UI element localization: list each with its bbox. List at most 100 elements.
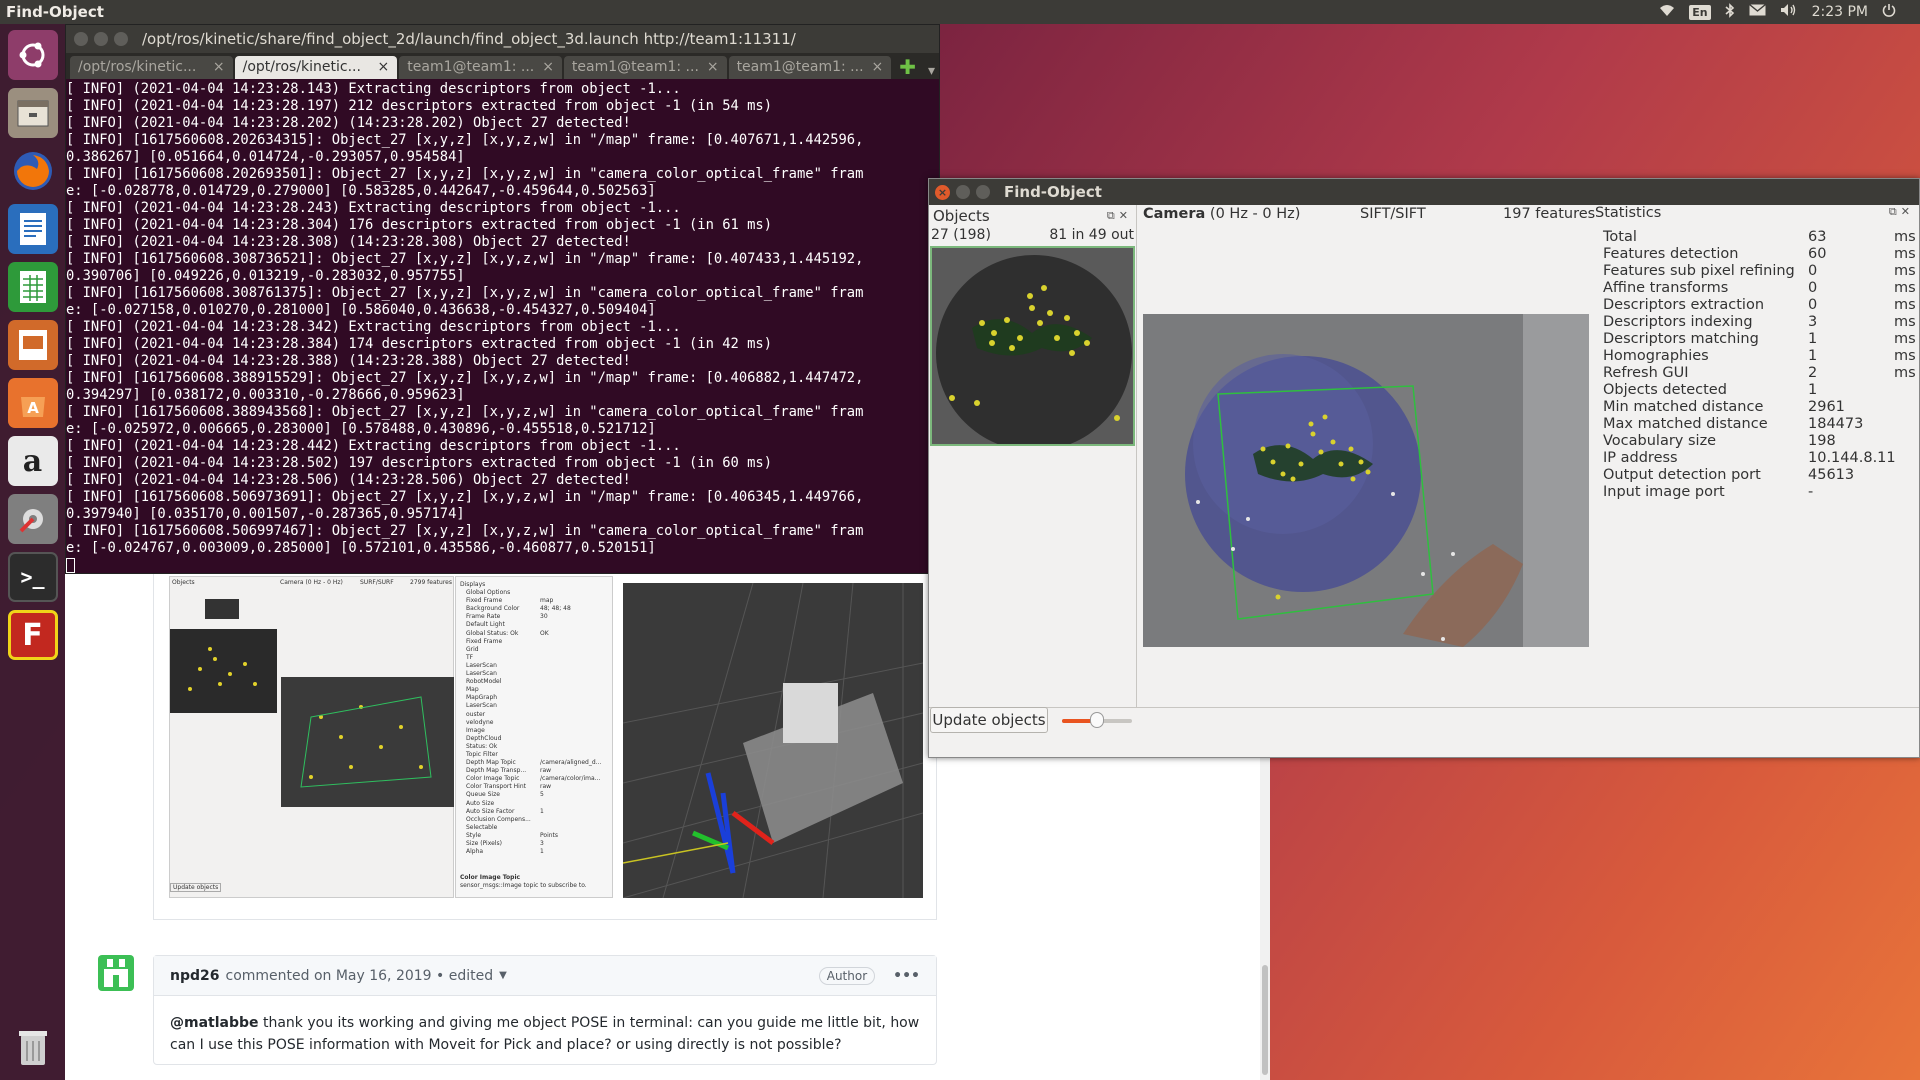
tabs-menu-icon[interactable]: ▾ bbox=[924, 63, 939, 79]
rviz-display-row[interactable]: Default Light bbox=[460, 621, 608, 629]
page-scrollbar-thumb[interactable] bbox=[1262, 965, 1268, 1075]
rviz-display-row[interactable]: Alpha 1 bbox=[460, 848, 608, 856]
rviz-display-row[interactable]: Auto Size bbox=[460, 800, 608, 808]
rviz-display-row[interactable]: Depth Map Transp... raw bbox=[460, 767, 608, 775]
chevron-down-icon[interactable]: ▼ bbox=[499, 970, 507, 981]
rviz-display-row[interactable]: ouster bbox=[460, 711, 608, 719]
amazon-icon[interactable]: a bbox=[7, 436, 58, 486]
slider-handle[interactable] bbox=[1090, 712, 1104, 728]
maximize-button[interactable] bbox=[114, 32, 128, 46]
close-icon[interactable]: × bbox=[378, 59, 390, 76]
terminal-line: 0.394297] [0.038172,0.003310,-0.278666,0… bbox=[66, 387, 465, 403]
mail-icon[interactable] bbox=[1748, 3, 1766, 20]
wifi-icon[interactable] bbox=[1659, 4, 1675, 21]
update-objects-button[interactable]: Update objects bbox=[930, 707, 1048, 733]
minimize-button[interactable] bbox=[94, 32, 108, 46]
rviz-display-row[interactable]: DepthCloud bbox=[460, 735, 608, 743]
dock-buttons[interactable]: ⧉✕ bbox=[1889, 205, 1914, 221]
terminal-line: 0.386267] [0.051664,0.014724,-0.293057,0… bbox=[66, 149, 465, 165]
attached-find-object-screenshot[interactable]: Objects Camera (0 Hz - 0 Hz) SURF/SURF 2… bbox=[169, 576, 454, 898]
rviz-display-row[interactable]: Queue Size 5 bbox=[460, 791, 608, 799]
rviz-display-value: /camera/color/ima... bbox=[540, 775, 601, 783]
top-panel: Find-Object En 2:23 PM bbox=[0, 0, 1920, 24]
rviz-display-row[interactable]: MapGraph bbox=[460, 694, 608, 702]
maximize-button[interactable] bbox=[976, 185, 990, 199]
writer-icon[interactable] bbox=[7, 204, 58, 254]
close-icon[interactable]: × bbox=[871, 59, 883, 76]
find-object-titlebar[interactable]: × Find-Object bbox=[929, 179, 1919, 205]
trash-icon[interactable] bbox=[8, 1022, 58, 1072]
terminal-icon[interactable]: >_ bbox=[7, 552, 58, 602]
terminal-tab[interactable]: team1@team1: ... × bbox=[399, 56, 562, 79]
rviz-display-row[interactable]: Color Transport Hint raw bbox=[460, 783, 608, 791]
rviz-display-row[interactable]: Fixed Frame map bbox=[460, 597, 608, 605]
rviz-display-row[interactable]: Image bbox=[460, 727, 608, 735]
dock-buttons[interactable]: ⧉✕ bbox=[1107, 209, 1132, 223]
rviz-display-row[interactable]: TF bbox=[460, 654, 608, 662]
rviz-display-row[interactable]: Occlusion Compens... bbox=[460, 816, 608, 824]
rviz-display-row[interactable]: RobotModel bbox=[460, 678, 608, 686]
rviz-display-row[interactable]: Size (Pixels) 3 bbox=[460, 840, 608, 848]
terminal-tab[interactable]: team1@team1: ... × bbox=[563, 56, 727, 79]
terminal-output[interactable]: [ INFO] (2021-04-04 14:23:28.143) Extrac… bbox=[66, 79, 939, 575]
rviz-display-row[interactable]: LaserScan bbox=[460, 702, 608, 710]
terminal-tab[interactable]: /opt/ros/kinetic... × bbox=[70, 56, 233, 79]
threshold-slider[interactable] bbox=[1062, 712, 1132, 728]
volume-icon[interactable] bbox=[1780, 3, 1798, 21]
attached-rviz-displays[interactable]: Displays Global Options Fixed Frame map Back… bbox=[455, 576, 613, 898]
close-icon[interactable]: × bbox=[213, 59, 225, 76]
rviz-display-row[interactable]: velodyne bbox=[460, 719, 608, 727]
rviz-display-row[interactable]: Auto Size Factor 1 bbox=[460, 808, 608, 816]
find-object-icon[interactable]: F bbox=[7, 610, 58, 660]
rviz-display-name: Alpha bbox=[466, 848, 484, 856]
statistics-unit: ms bbox=[1894, 297, 1916, 313]
impress-icon[interactable] bbox=[7, 320, 58, 370]
calc-icon[interactable] bbox=[7, 262, 58, 312]
rviz-display-row[interactable]: Grid bbox=[460, 646, 608, 654]
rviz-display-name: LaserScan bbox=[466, 670, 497, 678]
software-center-icon[interactable]: A bbox=[7, 378, 58, 428]
rviz-display-row[interactable]: Color Image Topic/camera/color/ima... bbox=[460, 775, 608, 783]
close-button[interactable]: × bbox=[935, 184, 950, 200]
terminal-titlebar[interactable]: /opt/ros/kinetic/share/find_object_2d/la… bbox=[66, 25, 939, 53]
rviz-display-row[interactable]: LaserScan bbox=[460, 662, 608, 670]
close-icon[interactable]: × bbox=[542, 59, 554, 76]
rviz-display-row[interactable]: Global Status: Ok OK bbox=[460, 630, 608, 638]
rviz-display-row[interactable]: Background Color 48; 48; 48 bbox=[460, 605, 608, 613]
rviz-display-row[interactable]: Map bbox=[460, 686, 608, 694]
rviz-display-row[interactable]: Displays bbox=[460, 581, 608, 589]
object-image[interactable] bbox=[930, 246, 1135, 446]
close-icon[interactable]: × bbox=[707, 59, 719, 76]
rviz-display-row[interactable]: Frame Rate 30 bbox=[460, 613, 608, 621]
attached-rviz-3d-view[interactable] bbox=[622, 582, 924, 899]
ubuntu-icon[interactable] bbox=[7, 30, 58, 80]
camera-image[interactable] bbox=[1143, 314, 1589, 647]
comment-more-button[interactable]: ••• bbox=[893, 968, 920, 984]
user-mention-link[interactable]: @matlabbe bbox=[170, 1015, 259, 1031]
rviz-display-row[interactable]: Fixed Frame bbox=[460, 638, 608, 646]
close-button[interactable] bbox=[74, 32, 88, 46]
comment-meta[interactable]: commented on May 16, 2019 • edited bbox=[226, 968, 494, 984]
minimize-button[interactable] bbox=[956, 185, 970, 199]
new-tab-icon[interactable]: ✚ bbox=[893, 55, 922, 79]
keyboard-language-indicator[interactable]: En bbox=[1689, 4, 1711, 20]
rviz-display-row[interactable]: Global Options bbox=[460, 589, 608, 597]
comment-author-link[interactable]: npd26 bbox=[170, 968, 220, 984]
settings-icon[interactable] bbox=[7, 494, 58, 544]
firefox-icon[interactable] bbox=[8, 146, 58, 196]
rviz-display-name: Size (Pixels) bbox=[466, 840, 502, 847]
rviz-display-row[interactable]: Topic Filter bbox=[460, 751, 608, 759]
rviz-display-row[interactable]: LaserScan bbox=[460, 670, 608, 678]
statistics-row: Affine transforms 0 ms bbox=[1595, 280, 1920, 297]
files-icon[interactable] bbox=[7, 88, 58, 138]
avatar[interactable] bbox=[98, 955, 134, 991]
rviz-display-row[interactable]: Depth Map Topic/camera/aligned_d... bbox=[460, 759, 608, 767]
rviz-display-row[interactable]: Style Points bbox=[460, 832, 608, 840]
terminal-tab[interactable]: /opt/ros/kinetic... × bbox=[234, 56, 398, 79]
rviz-display-row[interactable]: Selectable bbox=[460, 824, 608, 832]
clock[interactable]: 2:23 PM bbox=[1812, 4, 1868, 20]
bluetooth-icon[interactable] bbox=[1725, 2, 1735, 22]
terminal-tab[interactable]: team1@team1: ... × bbox=[728, 56, 892, 79]
power-icon[interactable] bbox=[1882, 3, 1896, 21]
rviz-display-row[interactable]: Status: Ok bbox=[460, 743, 608, 751]
